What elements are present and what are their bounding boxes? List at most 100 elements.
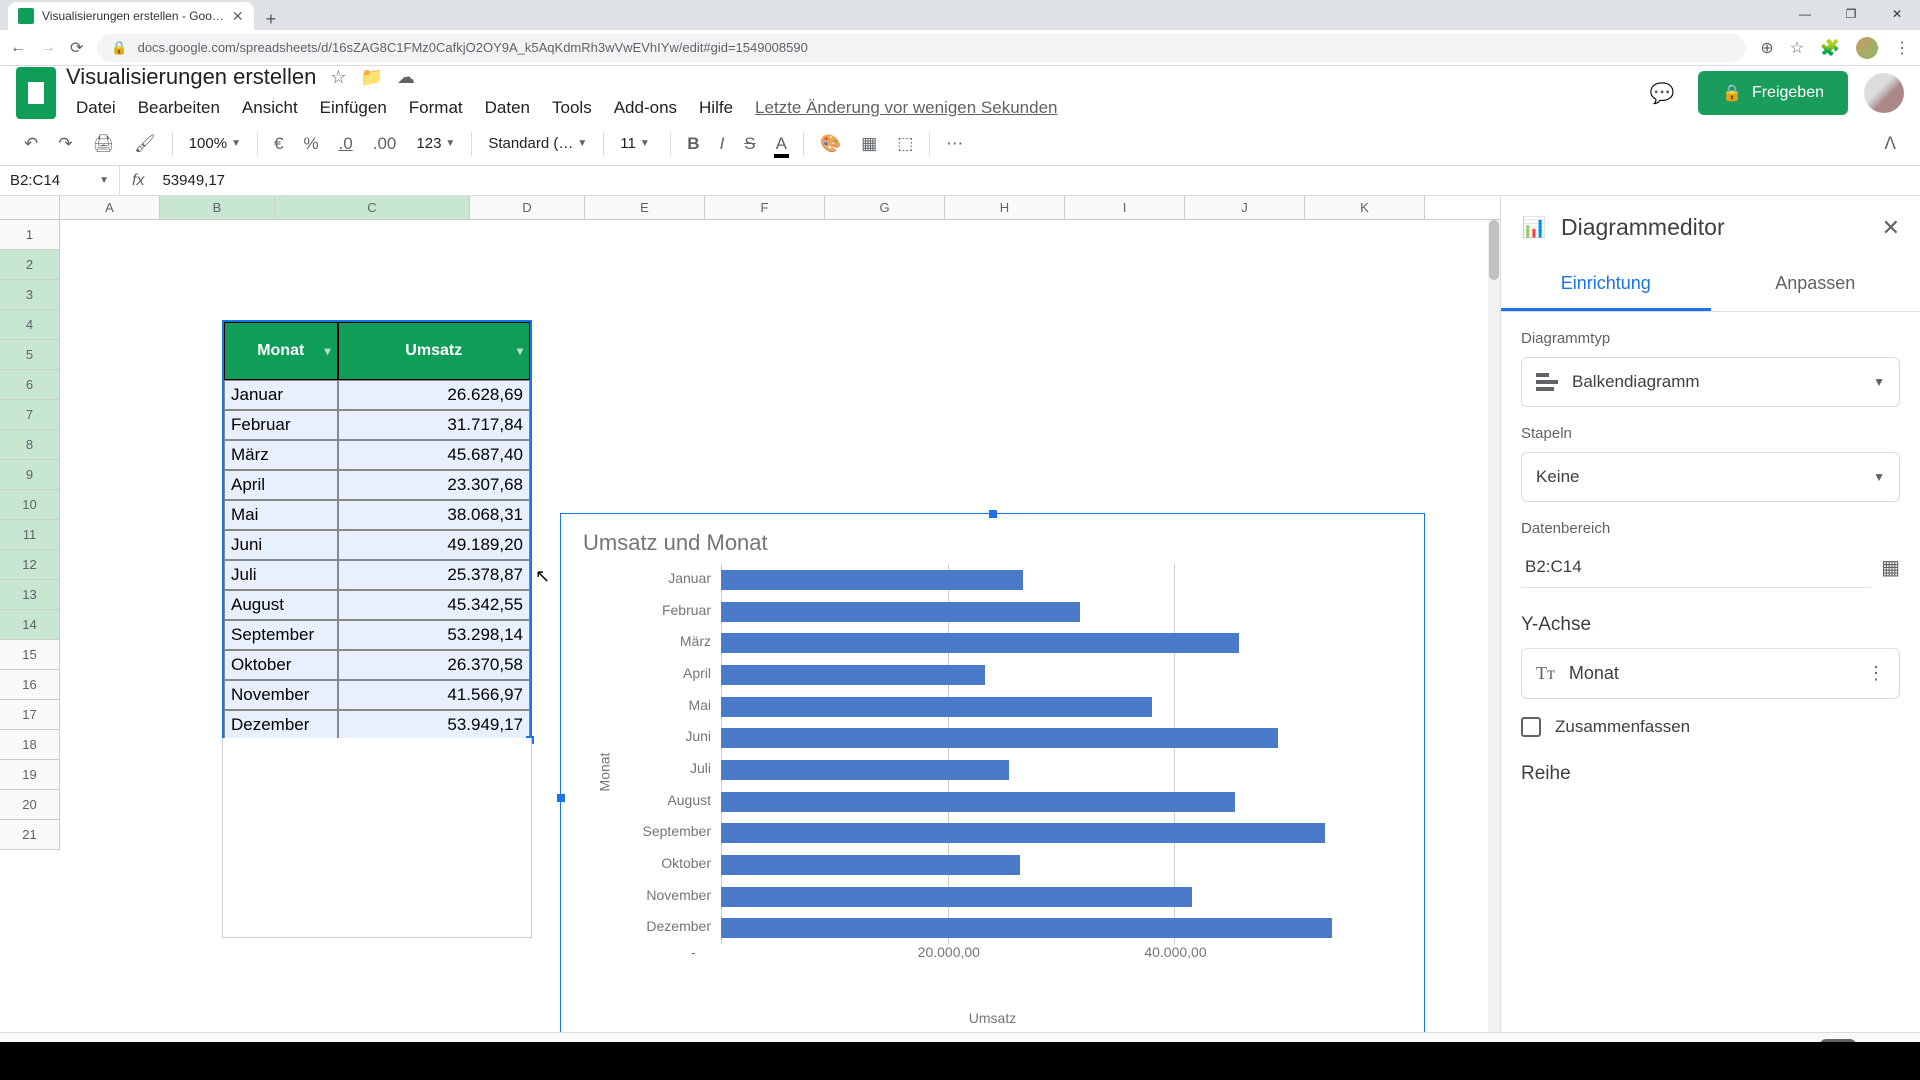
- chart-bar[interactable]: [721, 760, 1009, 780]
- row-header[interactable]: 10: [0, 490, 60, 520]
- cell-monat[interactable]: November: [224, 680, 338, 710]
- currency-button[interactable]: €: [266, 128, 291, 160]
- table-row[interactable]: August45.342,55: [224, 590, 530, 620]
- cell-umsatz[interactable]: 26.370,58: [338, 650, 530, 680]
- move-icon[interactable]: 📁: [360, 67, 382, 88]
- field-menu-button[interactable]: ⋮: [1867, 663, 1885, 684]
- decrease-decimal-button[interactable]: .0: [331, 128, 361, 160]
- extensions-icon[interactable]: 🧩: [1820, 38, 1840, 58]
- cell-monat[interactable]: Oktober: [224, 650, 338, 680]
- selected-data-table[interactable]: Monat ▾ Umsatz ▾ Januar26.628,69Februar3…: [222, 320, 532, 742]
- cell-monat[interactable]: Juni: [224, 530, 338, 560]
- col-header[interactable]: K: [1305, 196, 1425, 219]
- cloud-icon[interactable]: ☁: [397, 67, 415, 88]
- print-button[interactable]: 🖨: [85, 128, 123, 160]
- vertical-scrollbar[interactable]: [1488, 220, 1500, 1032]
- filter-icon[interactable]: ▾: [517, 344, 523, 358]
- chart-bar[interactable]: [721, 855, 1020, 875]
- cell-monat[interactable]: April: [224, 470, 338, 500]
- star-icon[interactable]: ☆: [1790, 38, 1804, 58]
- table-header-umsatz[interactable]: Umsatz ▾: [338, 322, 530, 380]
- stacking-select[interactable]: Keine ▼: [1521, 452, 1900, 502]
- cell-monat[interactable]: März: [224, 440, 338, 470]
- col-header[interactable]: J: [1185, 196, 1305, 219]
- chart-bar[interactable]: [721, 697, 1152, 717]
- table-row[interactable]: September53.298,14: [224, 620, 530, 650]
- reload-button[interactable]: ⟳: [70, 38, 83, 58]
- cell-umsatz[interactable]: 53.298,14: [338, 620, 530, 650]
- percent-button[interactable]: %: [295, 128, 326, 160]
- row-header[interactable]: 1: [0, 220, 60, 250]
- tab-customize[interactable]: Anpassen: [1711, 259, 1920, 311]
- cell-umsatz[interactable]: 41.566,97: [338, 680, 530, 710]
- row-header[interactable]: 4: [0, 310, 60, 340]
- chart-object[interactable]: Umsatz und Monat Monat -20.000,0040.000,…: [560, 513, 1425, 1050]
- strike-button[interactable]: S: [736, 128, 763, 160]
- cell-umsatz[interactable]: 45.342,55: [338, 590, 530, 620]
- redo-button[interactable]: ↷: [50, 128, 80, 160]
- font-size-select[interactable]: 11▼: [612, 131, 662, 156]
- col-header[interactable]: D: [470, 196, 585, 219]
- doc-title[interactable]: Visualisierungen erstellen: [66, 64, 316, 90]
- profile-avatar[interactable]: [1864, 73, 1904, 113]
- chart-bar[interactable]: [721, 602, 1080, 622]
- zoom-select[interactable]: 100%▼: [181, 131, 249, 156]
- table-row[interactable]: Juli25.378,87: [224, 560, 530, 590]
- filter-icon[interactable]: ▾: [324, 344, 330, 358]
- zoom-icon[interactable]: ⊕: [1760, 38, 1773, 58]
- sheets-logo[interactable]: [16, 67, 56, 119]
- col-header[interactable]: A: [60, 196, 160, 219]
- resize-handle[interactable]: [989, 510, 997, 518]
- cell-monat[interactable]: Mai: [224, 500, 338, 530]
- cell-umsatz[interactable]: 45.687,40: [338, 440, 530, 470]
- row-header[interactable]: 13: [0, 580, 60, 610]
- tab-setup[interactable]: Einrichtung: [1501, 259, 1711, 311]
- cell-umsatz[interactable]: 49.189,20: [338, 530, 530, 560]
- cell-umsatz[interactable]: 31.717,84: [338, 410, 530, 440]
- empty-cells[interactable]: [222, 738, 532, 938]
- more-toolbar-button[interactable]: ⋯: [938, 128, 971, 160]
- italic-button[interactable]: I: [712, 128, 733, 160]
- col-header[interactable]: F: [705, 196, 825, 219]
- cell-umsatz[interactable]: 26.628,69: [338, 380, 530, 410]
- number-format-select[interactable]: 123▼: [408, 131, 463, 156]
- forward-button[interactable]: →: [40, 39, 56, 57]
- chart-bar[interactable]: [721, 887, 1192, 907]
- menu-tools[interactable]: Tools: [542, 94, 602, 122]
- chart-bar[interactable]: [721, 823, 1325, 843]
- font-select[interactable]: Standard (…▼: [480, 131, 595, 156]
- cell-umsatz[interactable]: 53.949,17: [338, 710, 530, 740]
- row-header[interactable]: 21: [0, 820, 60, 850]
- row-header[interactable]: 5: [0, 340, 60, 370]
- table-row[interactable]: Dezember53.949,17: [224, 710, 530, 740]
- chart-bar[interactable]: [721, 665, 985, 685]
- cell-monat[interactable]: Juli: [224, 560, 338, 590]
- col-header[interactable]: I: [1065, 196, 1185, 219]
- share-button[interactable]: 🔒 Freigeben: [1698, 71, 1848, 115]
- close-tab-icon[interactable]: ✕: [232, 8, 244, 25]
- col-header[interactable]: B: [160, 196, 275, 219]
- row-header[interactable]: 20: [0, 790, 60, 820]
- row-header[interactable]: 8: [0, 430, 60, 460]
- paint-format-button[interactable]: 🖌: [126, 128, 164, 160]
- merge-button[interactable]: ⬚: [889, 128, 921, 160]
- table-row[interactable]: Juni49.189,20: [224, 530, 530, 560]
- url-field[interactable]: 🔒 docs.google.com/spreadsheets/d/16sZAG8…: [97, 34, 1746, 62]
- select-all-corner[interactable]: [0, 196, 60, 219]
- cell-monat[interactable]: Januar: [224, 380, 338, 410]
- aggregate-checkbox[interactable]: Zusammenfassen: [1521, 717, 1900, 737]
- row-header[interactable]: 14: [0, 610, 60, 640]
- borders-button[interactable]: ▦: [853, 128, 885, 160]
- cell-monat[interactable]: Dezember: [224, 710, 338, 740]
- menu-ansicht[interactable]: Ansicht: [232, 94, 308, 122]
- chart-bar[interactable]: [721, 633, 1239, 653]
- chart-type-select[interactable]: Balkendiagramm ▼: [1521, 357, 1900, 407]
- back-button[interactable]: ←: [10, 39, 26, 57]
- chart-bar[interactable]: [721, 918, 1332, 938]
- comments-button[interactable]: 💬: [1642, 73, 1682, 113]
- table-row[interactable]: Februar31.717,84: [224, 410, 530, 440]
- window-close[interactable]: ✕: [1874, 0, 1920, 28]
- cell-umsatz[interactable]: 38.068,31: [338, 500, 530, 530]
- col-header[interactable]: C: [275, 196, 470, 219]
- table-row[interactable]: April23.307,68: [224, 470, 530, 500]
